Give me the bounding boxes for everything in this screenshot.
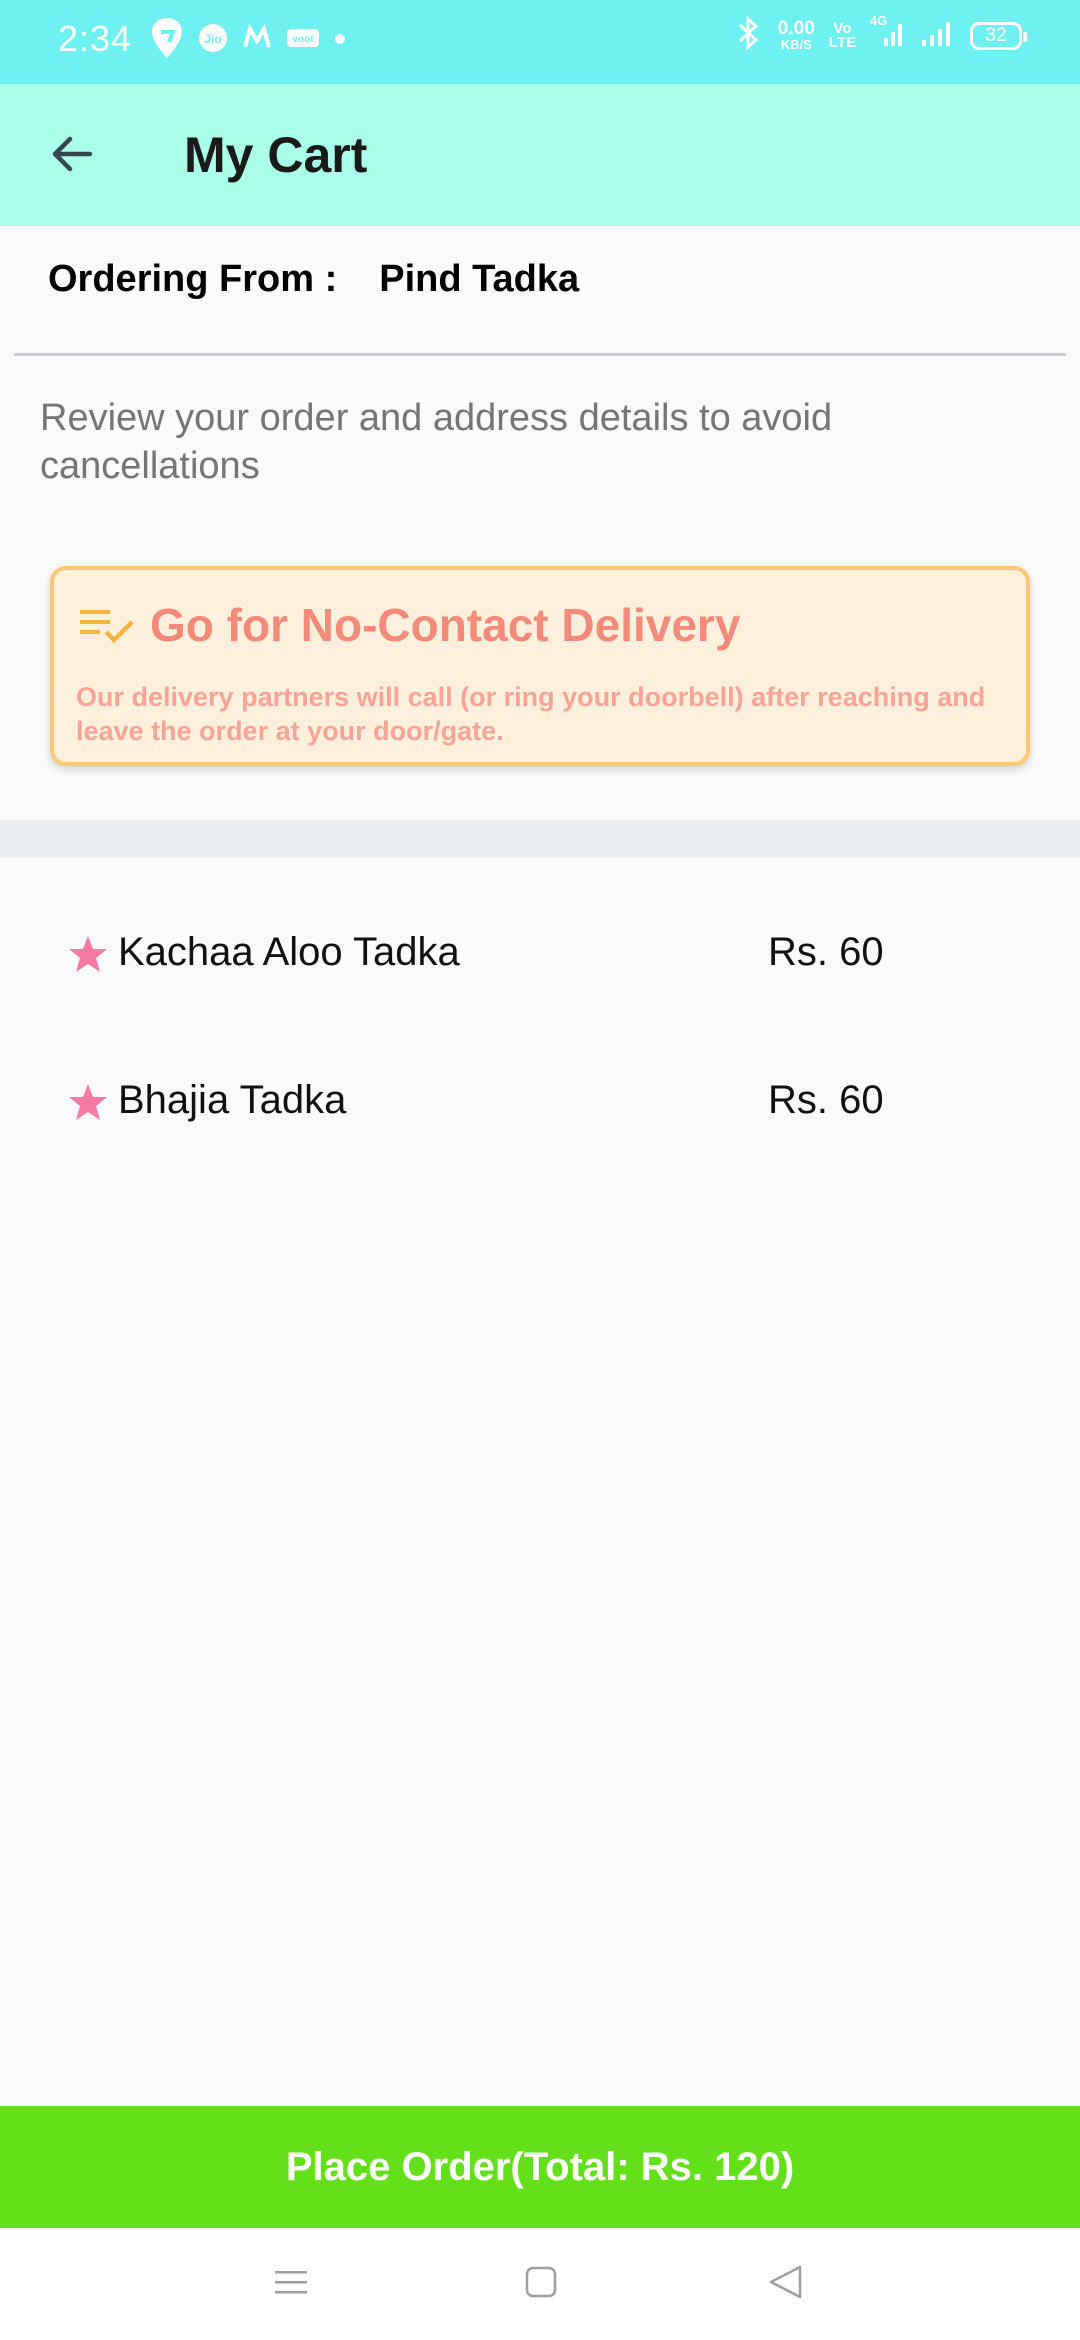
review-message: Review your order and address details to… [40,397,833,487]
swiggy-icon [150,16,184,65]
status-left-icons: Jio voot [150,16,346,65]
item-price: Rs. 60 [768,1078,884,1122]
app-bar: My Cart [0,84,1080,226]
home-square-icon [524,2265,558,2304]
system-nav-bar [0,2228,1080,2340]
checklist-icon [78,606,138,653]
item-price: Rs. 60 [768,930,884,974]
list-item: Bhajia Tadka Rs. 60 [68,1072,968,1132]
volte-indicator: Vo LTE [828,19,856,51]
home-button[interactable] [509,2252,573,2316]
voot-icon: voot [286,25,320,56]
arrow-left-icon [48,130,96,183]
signal-icon [920,18,956,53]
list-item: Kachaa Aloo Tadka Rs. 60 [68,924,968,984]
svg-text:Jio: Jio [204,32,221,46]
no-contact-delivery-card[interactable]: Go for No-Contact Delivery Our delivery … [50,566,1030,766]
status-time: 2:34 [58,18,133,59]
no-contact-title: Go for No-Contact Delivery [150,599,741,651]
back-button[interactable] [36,120,108,192]
battery-indicator: 32 [970,21,1027,50]
signal-icon: 4G [870,14,906,53]
status-right-icons: 0.00 KB/S Vo LTE 4G 32 [734,14,1027,55]
item-name: Bhajia Tadka [118,1078,347,1122]
ordering-from-label: Ordering From : [48,258,338,300]
myntra-icon [242,23,272,58]
section-separator [0,820,1080,858]
star-icon [68,934,108,979]
no-contact-description: Our delivery partners will call (or ring… [76,682,986,746]
bluetooth-icon [734,15,764,55]
place-order-button[interactable]: Place Order(Total: Rs. 120) [0,2106,1080,2228]
menu-icon [273,2267,309,2302]
status-bar: 2:34 Jio voot 0.00 KB/S Vo LTE 4G 32 [0,0,1080,84]
back-nav-button[interactable] [753,2252,817,2316]
divider [14,353,1066,356]
network-speed: 0.00 KB/S [777,17,815,52]
back-triangle-icon [766,2263,804,2306]
restaurant-name: Pind Tadka [379,258,580,300]
item-name: Kachaa Aloo Tadka [118,930,460,974]
svg-text:voot: voot [292,34,314,45]
jio-icon: Jio [198,23,228,58]
network-type: 4G [870,13,888,28]
star-icon [68,1082,108,1127]
ordering-from-row: Ordering From : Pind Tadka [48,258,579,301]
recent-apps-button[interactable] [259,2252,323,2316]
page-title: My Cart [184,127,368,183]
dot-icon [334,32,346,50]
